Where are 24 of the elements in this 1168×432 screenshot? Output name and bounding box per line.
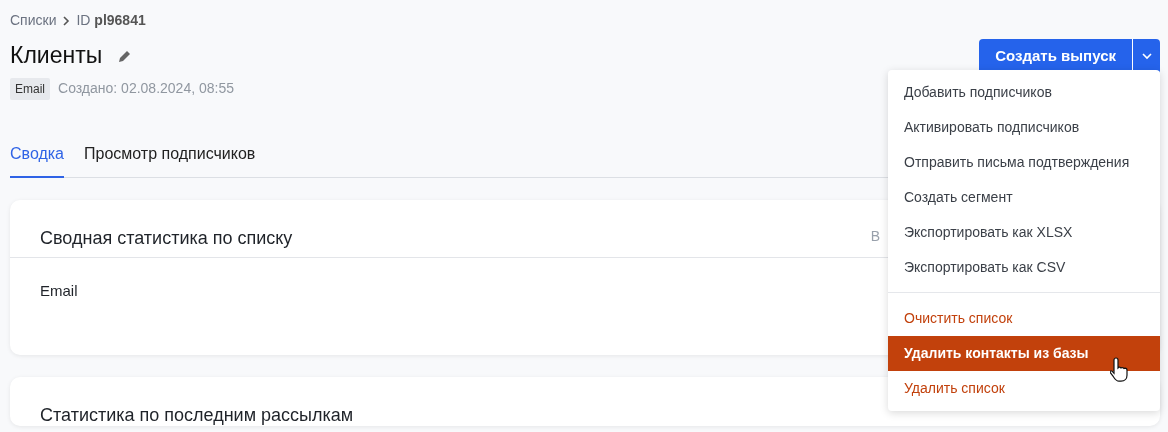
menu-item[interactable]: Удалить контакты из базы	[888, 336, 1160, 371]
menu-item[interactable]: Удалить список	[888, 371, 1160, 406]
card-aside-text: В	[870, 227, 880, 246]
page-title: Клиенты	[10, 42, 103, 71]
created-date: Создано: 02.08.2024, 08:55	[58, 79, 234, 98]
hand-pointer-icon	[1110, 356, 1130, 382]
menu-item[interactable]: Экспортировать как CSV	[888, 250, 1160, 285]
menu-item[interactable]: Добавить подписчиков	[888, 75, 1160, 110]
type-tag: Email	[10, 77, 50, 100]
pencil-icon[interactable]	[118, 49, 133, 64]
card-body-text: Email	[40, 282, 78, 300]
card-title: Сводная статистика по списку	[40, 227, 293, 250]
breadcrumb-link[interactable]: Списки	[10, 10, 57, 31]
chevron-right-icon	[62, 15, 71, 26]
menu-item[interactable]: Создать сегмент	[888, 180, 1160, 215]
menu-item[interactable]: Отправить письма подтверждения	[888, 145, 1160, 180]
tab[interactable]: Сводка	[10, 135, 64, 178]
caret-icon	[1141, 52, 1152, 60]
menu-item[interactable]: Очистить список	[888, 301, 1160, 336]
breadcrumb-current: ID pl96841	[76, 11, 146, 30]
tab[interactable]: Просмотр подписчиков	[84, 135, 256, 178]
menu-item[interactable]: Экспортировать как XLSX	[888, 215, 1160, 250]
menu-item[interactable]: Активировать подписчиков	[888, 110, 1160, 145]
card-title: Статистика по последним рассылкам	[40, 404, 354, 427]
